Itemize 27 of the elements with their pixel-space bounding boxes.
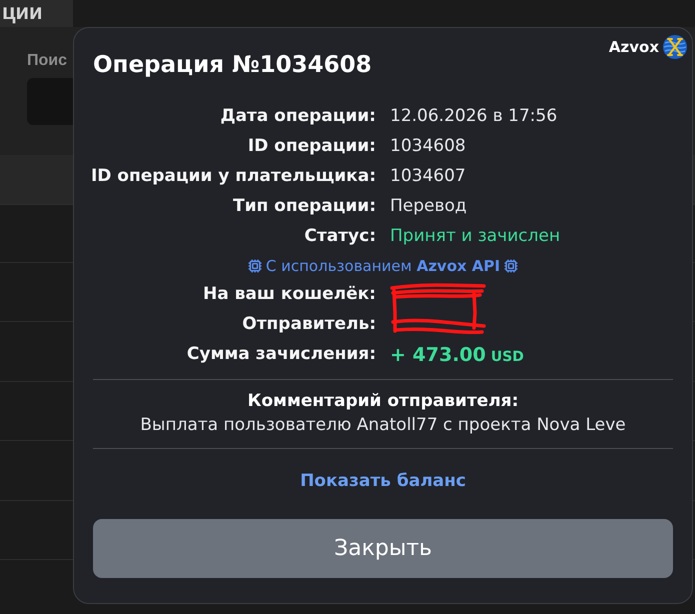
comment-text: Выплата пользователю Anatoll77 с проекта Nova Leve — [140, 414, 626, 437]
detail-value: 12.06.2026 в 17:56 — [390, 105, 558, 128]
page-title: ции — [0, 0, 73, 27]
detail-value: 1034607 — [390, 165, 466, 188]
detail-label: Дата операции: — [220, 105, 376, 128]
close-button[interactable]: Закрыть — [93, 519, 673, 578]
detail-label: ID операции у плательщика: — [90, 165, 376, 188]
amount-value: + 473.00 — [390, 342, 486, 368]
chip-icon — [504, 259, 518, 273]
show-balance-link[interactable]: Показать баланс — [300, 468, 466, 494]
detail-label: На ваш кошелёк: — [203, 283, 376, 306]
chip-icon — [248, 259, 262, 273]
modal-title: Операция №1034608 — [93, 51, 373, 80]
detail-label: Отправитель: — [242, 313, 376, 336]
comment-title: Комментарий отправителя: — [247, 390, 518, 413]
detail-label: ID операции: — [248, 135, 376, 158]
logo-icon — [663, 35, 687, 59]
api-note: С использованием Azvox API — [266, 256, 500, 277]
detail-label: Статус: — [304, 225, 376, 248]
currency-label: USD — [490, 348, 524, 367]
search-label: Поис — [27, 51, 68, 71]
detail-value: Перевод — [390, 195, 467, 218]
status-value: Принят и зачислен — [390, 225, 560, 248]
detail-label: Тип операции: — [233, 195, 376, 218]
detail-label: Сумма зачисления: — [186, 343, 376, 366]
detail-value: 1034608 — [390, 135, 466, 158]
brand-name: Azvox — [608, 36, 659, 58]
